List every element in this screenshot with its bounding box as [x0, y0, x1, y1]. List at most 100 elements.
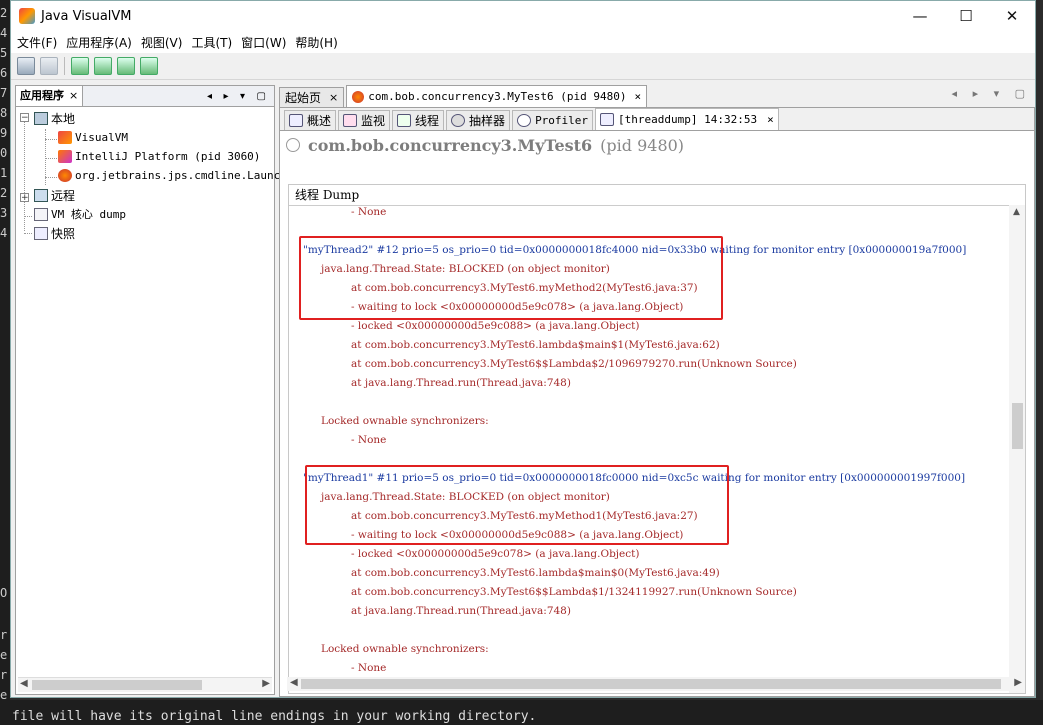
tab-overview-label: 概述: [307, 114, 332, 128]
tab-overview[interactable]: 概述: [284, 110, 337, 130]
process-pid: (pid 9480): [600, 135, 685, 155]
tree-node-snapshots[interactable]: 快照: [34, 224, 75, 242]
window-title: Java VisualVM: [41, 8, 132, 24]
minimize-button[interactable]: —: [897, 1, 943, 31]
terminal-char: 2: [0, 6, 8, 20]
threads-icon: [397, 114, 412, 127]
dump-line: - None: [351, 206, 387, 218]
dump-line: Locked ownable synchronizers:: [321, 643, 489, 655]
close-icon[interactable]: ×: [635, 90, 642, 103]
dump-line: - None: [351, 662, 387, 674]
tab-start-page-label: 起始页: [285, 91, 322, 105]
dump-line: Locked ownable synchronizers:: [321, 415, 489, 427]
status-circle-icon: [286, 138, 300, 152]
dump-line: at java.lang.Thread.run(Thread.java:748): [351, 605, 571, 617]
core-dump-icon: [34, 207, 48, 221]
terminal-char: 6: [0, 66, 8, 80]
expand-remote-toggle[interactable]: +: [20, 193, 29, 203]
close-icon[interactable]: ×: [69, 86, 78, 106]
terminal-char: e: [0, 648, 8, 662]
scroll-left-icon[interactable]: ◀: [20, 678, 28, 689]
intellij-icon: [58, 149, 72, 163]
scroll-up-icon[interactable]: ▲: [1013, 207, 1020, 217]
dump-horizontal-scrollbar[interactable]: ◀ ▶: [287, 677, 1025, 691]
dump-line: - locked <0x00000000d5e9c088> (a java.la…: [351, 320, 640, 332]
overview-icon: [289, 114, 303, 127]
terminal-char: 1: [0, 166, 8, 180]
background-terminal: 245678901234Orerer: [0, 0, 10, 725]
tree-node-launcher[interactable]: org.jetbrains.jps.cmdline.Launcher: [58, 166, 300, 184]
terminal-char: r: [0, 668, 8, 682]
sampler-icon: [451, 114, 466, 127]
applications-tab[interactable]: 应用程序 ×: [16, 86, 84, 106]
scroll-thumb[interactable]: [1012, 403, 1023, 449]
threaddump-icon: [600, 113, 615, 126]
terminal-char: 3: [0, 206, 8, 220]
dump-line: - locked <0x00000000d5e9c078> (a java.la…: [351, 548, 640, 560]
heap-dump-button[interactable]: [94, 57, 112, 75]
background-terminal-text: file will have its original line endings…: [0, 700, 1043, 725]
menu-view[interactable]: 视图(V): [137, 34, 187, 51]
scroll-left-icon[interactable]: ◀: [290, 677, 298, 688]
title-bar: Java VisualVM — ☐ ✕: [11, 1, 1035, 31]
dump-line: at com.bob.concurrency3.MyTest6$$Lambda$…: [351, 586, 797, 598]
terminal-char: O: [0, 586, 8, 600]
document-area: 起始页 × com.bob.concurrency3.MyTest6 (pid …: [279, 85, 1035, 697]
dump-line: at com.bob.concurrency3.MyTest6.lambda$m…: [351, 339, 720, 351]
tab-threads[interactable]: 线程: [392, 110, 445, 130]
tab-threads-label: 线程: [415, 114, 440, 128]
menu-tools[interactable]: 工具(T): [187, 34, 236, 51]
menu-applications[interactable]: 应用程序(A): [62, 34, 136, 51]
menu-file[interactable]: 文件(F): [13, 34, 61, 51]
tree-horizontal-scrollbar[interactable]: ◀ ▶: [18, 677, 272, 692]
scroll-thumb[interactable]: [32, 680, 202, 690]
remote-host-icon: [34, 188, 48, 202]
snapshot-button[interactable]: [140, 57, 158, 75]
profiler-icon: [517, 114, 532, 127]
close-button[interactable]: ✕: [989, 1, 1035, 31]
terminal-char: r: [0, 628, 8, 642]
maximize-button[interactable]: ☐: [943, 1, 989, 31]
tree-node-intellij-label: IntelliJ Platform (pid 3060): [75, 149, 261, 163]
terminal-char: 7: [0, 86, 8, 100]
panel-controls[interactable]: ◂ ▸ ▾ ▢: [207, 91, 270, 102]
tree-node-visualvm[interactable]: VisualVM: [58, 128, 128, 146]
menu-window[interactable]: 窗口(W): [237, 34, 290, 51]
tab-process[interactable]: com.bob.concurrency3.MyTest6 (pid 9480) …: [346, 85, 648, 107]
main-toolbar: [11, 53, 1035, 80]
terminal-char: 4: [0, 26, 8, 40]
tree-node-remote[interactable]: 远程: [34, 186, 75, 204]
tab-sampler[interactable]: 抽样器: [446, 110, 511, 130]
process-name: com.bob.concurrency3.MyTest6: [308, 135, 593, 155]
tab-threaddump-label: [threaddump] 14:32:53: [618, 113, 758, 126]
tree-node-intellij[interactable]: IntelliJ Platform (pid 3060): [58, 147, 260, 165]
tree-node-remote-label: 远程: [51, 188, 76, 203]
tab-threaddump[interactable]: [threaddump] 14:32:53 ×: [595, 108, 779, 130]
tab-start-page[interactable]: 起始页 ×: [279, 87, 345, 107]
tree-node-local-label: 本地: [51, 111, 76, 126]
tab-monitor[interactable]: 监视: [338, 110, 391, 130]
java-icon: [352, 90, 365, 103]
close-icon[interactable]: ×: [767, 113, 774, 126]
tree-node-core-dump[interactable]: VM 核心 dump: [34, 205, 126, 223]
collapse-local-toggle[interactable]: −: [20, 113, 29, 123]
terminal-char: 4: [0, 226, 8, 240]
scroll-right-icon[interactable]: ▶: [262, 678, 270, 689]
document-tab-controls[interactable]: ◂ ▸ ▾ ▢: [952, 87, 1031, 100]
thread-dump-button[interactable]: [117, 57, 135, 75]
applications-panel-header: 应用程序 × ◂ ▸ ▾ ▢: [16, 86, 274, 107]
close-icon[interactable]: ×: [329, 91, 338, 104]
load-snapshot-button[interactable]: [17, 57, 35, 75]
save-button[interactable]: [40, 57, 58, 75]
tree-node-launcher-label: org.jetbrains.jps.cmdline.Launcher: [75, 168, 301, 182]
add-jmx-connection-button[interactable]: [71, 57, 89, 75]
dump-line: at java.lang.Thread.run(Thread.java:748): [351, 377, 571, 389]
scroll-right-icon[interactable]: ▶: [1014, 677, 1022, 688]
scroll-thumb[interactable]: [301, 679, 1001, 689]
tree-node-local[interactable]: 本地: [34, 109, 75, 127]
dump-vertical-scrollbar[interactable]: ▲ ▼: [1009, 205, 1025, 693]
applications-panel: 应用程序 × ◂ ▸ ▾ ▢ − + 本地 VisualVM IntelliJ …: [15, 85, 300, 695]
highlight-box-thread2: [299, 236, 723, 320]
tab-profiler[interactable]: Profiler: [512, 110, 594, 130]
menu-help[interactable]: 帮助(H): [291, 34, 341, 51]
